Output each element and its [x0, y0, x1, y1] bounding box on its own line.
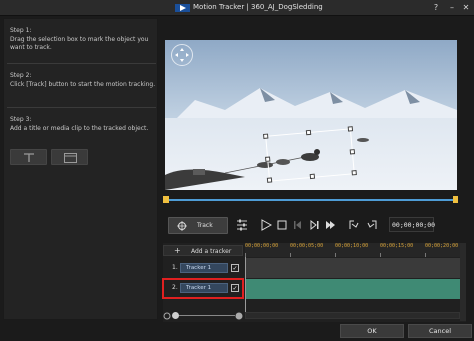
ruler-label: 00;00;05;00: [290, 243, 324, 249]
step-2-text: Click [Track] button to start the motion…: [10, 81, 156, 88]
scrubber-end-marker[interactable]: [453, 196, 458, 203]
zoom-track[interactable]: [175, 315, 235, 316]
timecode-display: 00;00;00;00: [392, 221, 436, 229]
timeline-zoom-slider[interactable]: [163, 311, 245, 321]
add-title-button[interactable]: [10, 149, 47, 165]
window-title: Motion Tracker | 360_AJ_DogSledding: [193, 3, 323, 11]
media-clip-icon: [64, 153, 77, 163]
scrubber-start-marker[interactable]: [163, 196, 169, 203]
step-1-text: Drag the selection box to mark the objec…: [10, 36, 149, 51]
minimize-button[interactable]: –: [446, 2, 458, 14]
resize-handle[interactable]: [351, 170, 357, 176]
ruler-label: 00;00;15;00: [380, 243, 414, 249]
selected-tracker-highlight: [162, 278, 244, 299]
close-button[interactable]: ✕: [460, 2, 472, 14]
divider: [7, 107, 156, 108]
ruler-tick: [425, 253, 426, 257]
ruler-tick: [335, 253, 336, 257]
help-button[interactable]: ?: [430, 2, 442, 14]
ruler-label: 00;00;00;00: [245, 243, 279, 249]
app-logo-icon: [175, 4, 190, 12]
zoom-in-icon[interactable]: [235, 312, 243, 320]
play-icon[interactable]: [260, 218, 272, 232]
360-navigation-control[interactable]: [171, 44, 193, 66]
tracker-index: 1.: [172, 264, 178, 271]
title-bar: Motion Tracker | 360_AJ_DogSledding ? – …: [0, 0, 474, 16]
divider: [7, 63, 156, 64]
tracker-name[interactable]: Tracker 1: [180, 263, 228, 273]
resize-handle[interactable]: [347, 126, 354, 132]
video-preview[interactable]: [165, 40, 457, 190]
add-tracker-label: Add a tracker: [191, 248, 232, 255]
ok-button[interactable]: OK: [340, 324, 404, 338]
resize-handle[interactable]: [266, 177, 273, 183]
tracker-visibility-checkbox[interactable]: ✓: [231, 264, 239, 272]
scrubber-track[interactable]: [167, 199, 456, 201]
tracker-lane[interactable]: [245, 258, 460, 278]
navigation-arrows-icon: [175, 48, 189, 62]
next-frame-icon[interactable]: [308, 218, 320, 232]
ruler-tick: [290, 253, 291, 257]
mark-in-icon[interactable]: [348, 218, 360, 232]
stop-icon[interactable]: [276, 218, 288, 232]
plus-icon: +: [174, 246, 181, 255]
zoom-knob[interactable]: [172, 312, 179, 319]
mark-out-icon[interactable]: [366, 218, 378, 232]
resize-handle[interactable]: [262, 133, 269, 139]
ruler-label: 00;00;10;00: [335, 243, 369, 249]
previous-frame-icon[interactable]: [292, 218, 304, 232]
track-settings-icon[interactable]: [236, 218, 248, 232]
track-button[interactable]: Track: [168, 217, 228, 234]
tracker-row-header[interactable]: 1. Tracker 1 ✓: [163, 260, 245, 277]
step-3-title: Step 3:: [10, 116, 32, 123]
resize-handle[interactable]: [349, 149, 356, 155]
resize-handle[interactable]: [264, 156, 271, 162]
add-media-button[interactable]: [51, 149, 88, 165]
ruler-tick: [380, 253, 381, 257]
zoom-out-icon[interactable]: [163, 312, 171, 320]
step-2-title: Step 2:: [10, 72, 32, 79]
title-icon: [24, 153, 34, 162]
timeline-playhead[interactable]: [245, 257, 246, 319]
timeline-ruler[interactable]: 00;00;00;00 00;00;05;00 00;00;10;00 00;0…: [245, 243, 465, 257]
tracker-lane-selected[interactable]: [245, 279, 460, 299]
step-3-text: Add a title or media clip to the tracked…: [10, 125, 149, 132]
cancel-button[interactable]: Cancel: [408, 324, 472, 338]
step-1-title: Step 1:: [10, 27, 32, 34]
instructions-panel: Step 1: Drag the selection box to mark t…: [3, 18, 158, 320]
horizontal-scrollbar[interactable]: [245, 312, 460, 319]
vertical-scrollbar[interactable]: [460, 243, 466, 321]
add-tracker-button[interactable]: + Add a tracker: [163, 245, 243, 256]
track-crosshair-icon: [177, 221, 187, 231]
resize-handle[interactable]: [305, 129, 312, 136]
selection-box[interactable]: [262, 126, 357, 183]
resize-handle[interactable]: [309, 173, 316, 180]
step-forward-icon[interactable]: [324, 218, 336, 232]
ruler-label: 00;00;20;00: [425, 243, 459, 249]
track-button-label: Track: [197, 222, 213, 229]
